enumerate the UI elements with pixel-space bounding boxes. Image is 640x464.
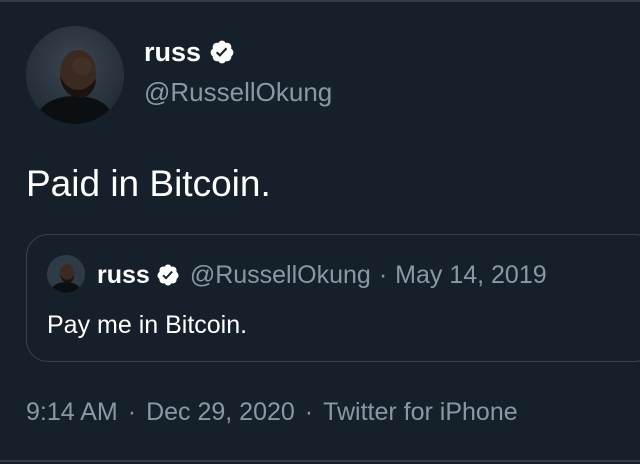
verified-badge-icon (210, 40, 234, 64)
verified-badge-icon (157, 264, 179, 286)
quoted-author-name: russ (97, 260, 150, 289)
tweet-source[interactable]: Twitter for iPhone (323, 398, 518, 427)
author-name[interactable]: russ (144, 34, 235, 70)
quoted-author-avatar (47, 255, 85, 293)
quoted-author-handle: @RussellOkung (189, 260, 371, 289)
quoted-tweet-date: May 14, 2019 (395, 260, 547, 289)
quoted-tweet-card[interactable]: russ @RussellOkung · May 14, 2019 Pay me… (26, 234, 640, 362)
tweet-meta: 9:14 AM · Dec 29, 2020 · Twitter for iPh… (26, 394, 518, 430)
author-display-name: russ (144, 37, 202, 67)
dot-separator: · (378, 260, 388, 289)
tweet-time[interactable]: 9:14 AM (26, 398, 118, 427)
tweet-page: russ @RussellOkung Paid in Bitcoin. russ… (0, 0, 640, 464)
profile-photo-icon (26, 26, 124, 124)
quoted-tweet-text: Pay me in Bitcoin. (47, 311, 248, 339)
dot-separator: · (127, 397, 137, 426)
dot-separator: · (304, 397, 314, 426)
tweet-date[interactable]: Dec 29, 2020 (146, 398, 295, 427)
author-avatar[interactable] (26, 26, 124, 124)
tweet-text: Paid in Bitcoin. (26, 163, 271, 204)
quoted-tweet-header: russ @RussellOkung · May 14, 2019 (97, 257, 547, 293)
bottom-divider (0, 460, 640, 462)
top-divider (0, 0, 640, 2)
author-handle[interactable]: @RussellOkung (144, 74, 332, 110)
profile-photo-icon (47, 255, 85, 293)
